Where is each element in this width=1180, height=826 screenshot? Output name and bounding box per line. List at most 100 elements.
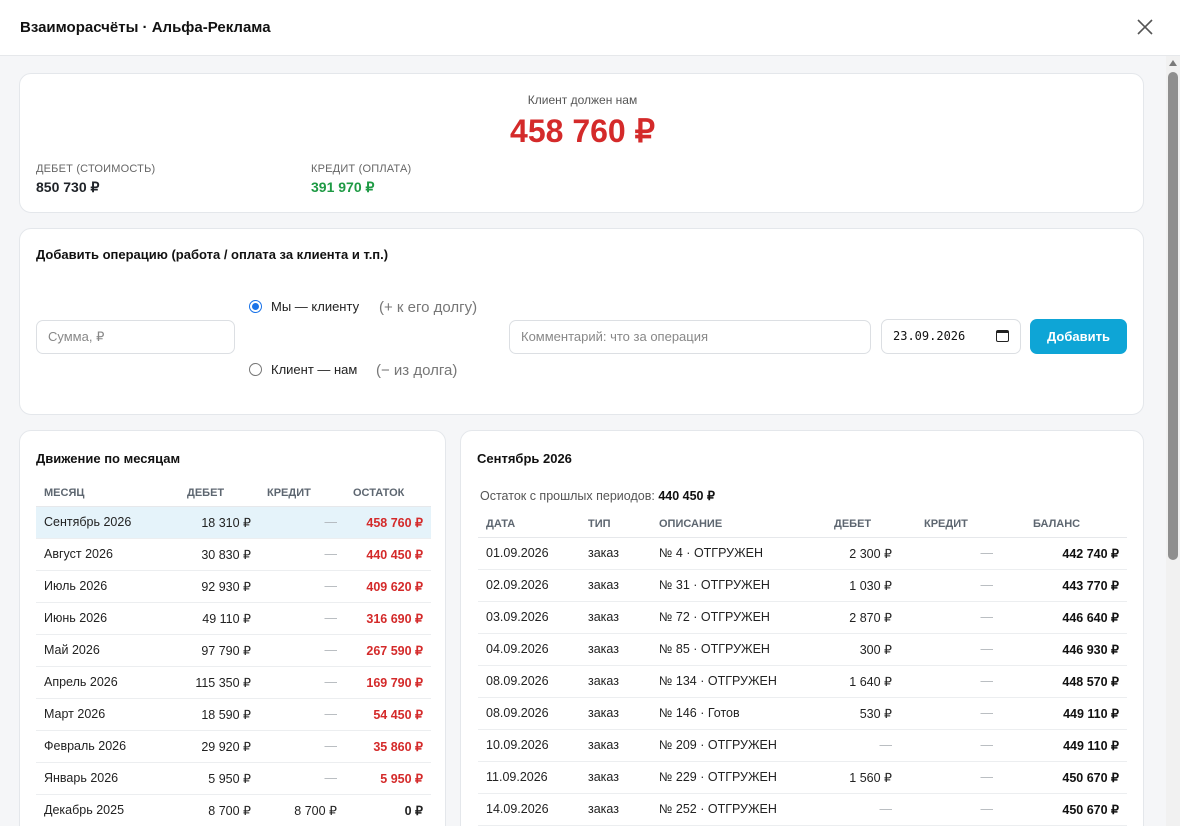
month-balance: 458 760 ₽ xyxy=(345,506,431,539)
op-description: № 4 · ОТГРУЖЕН xyxy=(651,537,806,570)
op-debit: 1 640 ₽ xyxy=(806,665,900,698)
month-debit: 29 920 ₽ xyxy=(179,730,259,763)
op-description: № 209 · ОТГРУЖЕН xyxy=(651,729,806,762)
month-row[interactable]: Сентябрь 2026 18 310 ₽ — 458 760 ₽ xyxy=(36,506,431,539)
op-description: № 146 · Готов xyxy=(651,697,806,730)
month-debit: 5 950 ₽ xyxy=(179,762,259,795)
op-credit: — xyxy=(900,697,1001,730)
operation-row[interactable]: 10.09.2026 заказ № 209 · ОТГРУЖЕН — — 44… xyxy=(478,729,1127,762)
radio-client[interactable] xyxy=(249,363,262,376)
scroll-up-arrow-icon[interactable] xyxy=(1169,60,1177,66)
month-name: Декабрь 2025 xyxy=(36,794,179,826)
balance-caption: Клиент должен нам xyxy=(527,93,638,107)
month-credit: — xyxy=(259,602,345,635)
option-us-hint: (+ к его долгу) xyxy=(379,299,478,316)
op-credit: — xyxy=(900,537,1001,570)
month-detail-card: Сентябрь 2026 Остаток с прошлых периодов… xyxy=(460,430,1144,826)
op-type: заказ xyxy=(580,697,651,730)
month-credit: — xyxy=(259,762,345,795)
close-button[interactable] xyxy=(1134,16,1156,38)
op-type: заказ xyxy=(580,729,651,762)
operation-row[interactable]: 11.09.2026 заказ № 229 · ОТГРУЖЕН 1 560 … xyxy=(478,761,1127,794)
op-credit: — xyxy=(900,729,1001,762)
operation-row[interactable]: 04.09.2026 заказ № 85 · ОТГРУЖЕН 300 ₽ —… xyxy=(478,633,1127,666)
debit-summary: ДЕБЕТ (СТОИМОСТЬ) 850 730 ₽ xyxy=(36,163,155,196)
col-date: ДАТА xyxy=(478,512,580,538)
month-credit: — xyxy=(259,730,345,763)
month-debit: 49 110 ₽ xyxy=(179,602,259,635)
month-balance: 267 590 ₽ xyxy=(345,634,431,667)
direction-option-client[interactable]: Клиент — нам xyxy=(249,362,357,377)
vertical-scrollbar[interactable] xyxy=(1166,56,1180,826)
month-row[interactable]: Июль 2026 92 930 ₽ — 409 620 ₽ xyxy=(36,570,431,603)
balance-summary-card: Клиент должен нам 458 760 ₽ ДЕБЕТ (СТОИМ… xyxy=(19,73,1144,213)
col-debit: ДЕБЕТ xyxy=(806,512,900,538)
op-balance: 448 570 ₽ xyxy=(1001,665,1127,698)
operation-row[interactable]: 14.09.2026 заказ № 252 · ОТГРУЖЕН — — 45… xyxy=(478,793,1127,826)
op-debit: 1 030 ₽ xyxy=(806,569,900,602)
option-client-hint: (− из долга) xyxy=(376,362,458,379)
op-description: № 229 · ОТГРУЖЕН xyxy=(651,761,806,794)
operations-table: ДАТА ТИП ОПИСАНИЕ ДЕБЕТ КРЕДИТ БАЛАНС 01… xyxy=(478,512,1127,826)
op-type: заказ xyxy=(580,537,651,570)
op-date: 03.09.2026 xyxy=(478,601,580,634)
month-row[interactable]: Февраль 2026 29 920 ₽ — 35 860 ₽ xyxy=(36,730,431,763)
op-credit: — xyxy=(900,601,1001,634)
months-header-row: МЕСЯЦ ДЕБЕТ КРЕДИТ ОСТАТОК xyxy=(36,481,431,507)
month-row[interactable]: Апрель 2026 115 350 ₽ — 169 790 ₽ xyxy=(36,666,431,699)
balance-total: 458 760 ₽ xyxy=(510,113,655,149)
month-debit: 8 700 ₽ xyxy=(179,794,259,826)
op-date: 11.09.2026 xyxy=(478,761,580,794)
month-row[interactable]: Август 2026 30 830 ₽ — 440 450 ₽ xyxy=(36,538,431,571)
op-description: № 72 · ОТГРУЖЕН xyxy=(651,601,806,634)
month-balance: 54 450 ₽ xyxy=(345,698,431,731)
op-credit: — xyxy=(900,793,1001,826)
months-card: Движение по месяцам МЕСЯЦ ДЕБЕТ КРЕДИТ О… xyxy=(19,430,446,826)
month-row[interactable]: Март 2026 18 590 ₽ — 54 450 ₽ xyxy=(36,698,431,731)
op-balance: 449 110 ₽ xyxy=(1001,697,1127,730)
col-description: ОПИСАНИЕ xyxy=(651,512,806,538)
month-debit: 18 310 ₽ xyxy=(179,506,259,539)
month-row[interactable]: Декабрь 2025 8 700 ₽ 8 700 ₽ 0 ₽ xyxy=(36,794,431,826)
calendar-icon[interactable] xyxy=(996,330,1009,342)
months-table: МЕСЯЦ ДЕБЕТ КРЕДИТ ОСТАТОК Сентябрь 2026… xyxy=(36,481,431,826)
month-credit: — xyxy=(259,698,345,731)
month-row[interactable]: Май 2026 97 790 ₽ — 267 590 ₽ xyxy=(36,634,431,667)
credit-label: КРЕДИТ (ОПЛАТА) xyxy=(311,163,412,175)
date-input[interactable]: 23.09.2026 xyxy=(881,319,1021,354)
radio-us[interactable] xyxy=(249,300,262,313)
option-client-label: Клиент — нам xyxy=(271,362,358,377)
amount-input[interactable]: Сумма, ₽ xyxy=(36,320,235,354)
scrollbar-thumb[interactable] xyxy=(1168,72,1178,560)
op-description: № 31 · ОТГРУЖЕН xyxy=(651,569,806,602)
operation-row[interactable]: 08.09.2026 заказ № 134 · ОТГРУЖЕН 1 640 … xyxy=(478,665,1127,698)
month-name: Июль 2026 xyxy=(36,570,179,603)
operation-row[interactable]: 03.09.2026 заказ № 72 · ОТГРУЖЕН 2 870 ₽… xyxy=(478,601,1127,634)
month-name: Июнь 2026 xyxy=(36,602,179,635)
month-name: Март 2026 xyxy=(36,698,179,731)
op-description: № 252 · ОТГРУЖЕН xyxy=(651,793,806,826)
direction-option-us[interactable]: Мы — клиенту xyxy=(249,299,359,314)
op-description: № 85 · ОТГРУЖЕН xyxy=(651,633,806,666)
op-date: 01.09.2026 xyxy=(478,537,580,570)
operation-row[interactable]: 01.09.2026 заказ № 4 · ОТГРУЖЕН 2 300 ₽ … xyxy=(478,537,1127,570)
debit-label: ДЕБЕТ (СТОИМОСТЬ) xyxy=(36,163,156,175)
comment-input[interactable]: Комментарий: что за операция xyxy=(509,320,871,354)
month-balance: 0 ₽ xyxy=(345,794,431,826)
op-type: заказ xyxy=(580,601,651,634)
modal-header: Взаиморасчёты · Альфа-Реклама xyxy=(0,0,1180,56)
month-row[interactable]: Июнь 2026 49 110 ₽ — 316 690 ₽ xyxy=(36,602,431,635)
option-us-label: Мы — клиенту xyxy=(271,299,360,314)
op-balance: 450 670 ₽ xyxy=(1001,793,1127,826)
close-icon xyxy=(1137,19,1153,35)
month-row[interactable]: Январь 2026 5 950 ₽ — 5 950 ₽ xyxy=(36,762,431,795)
operation-row[interactable]: 08.09.2026 заказ № 146 · Готов 530 ₽ — 4… xyxy=(478,697,1127,730)
month-balance: 35 860 ₽ xyxy=(345,730,431,763)
carry-over: Остаток с прошлых периодов: 440 450 ₽ xyxy=(480,488,715,503)
operation-row[interactable]: 02.09.2026 заказ № 31 · ОТГРУЖЕН 1 030 ₽… xyxy=(478,569,1127,602)
col-credit: КРЕДИТ xyxy=(900,512,1001,538)
op-balance: 442 740 ₽ xyxy=(1001,537,1127,570)
add-button[interactable]: Добавить xyxy=(1030,319,1127,354)
col-credit: КРЕДИТ xyxy=(259,481,345,507)
month-credit: 8 700 ₽ xyxy=(259,794,345,826)
